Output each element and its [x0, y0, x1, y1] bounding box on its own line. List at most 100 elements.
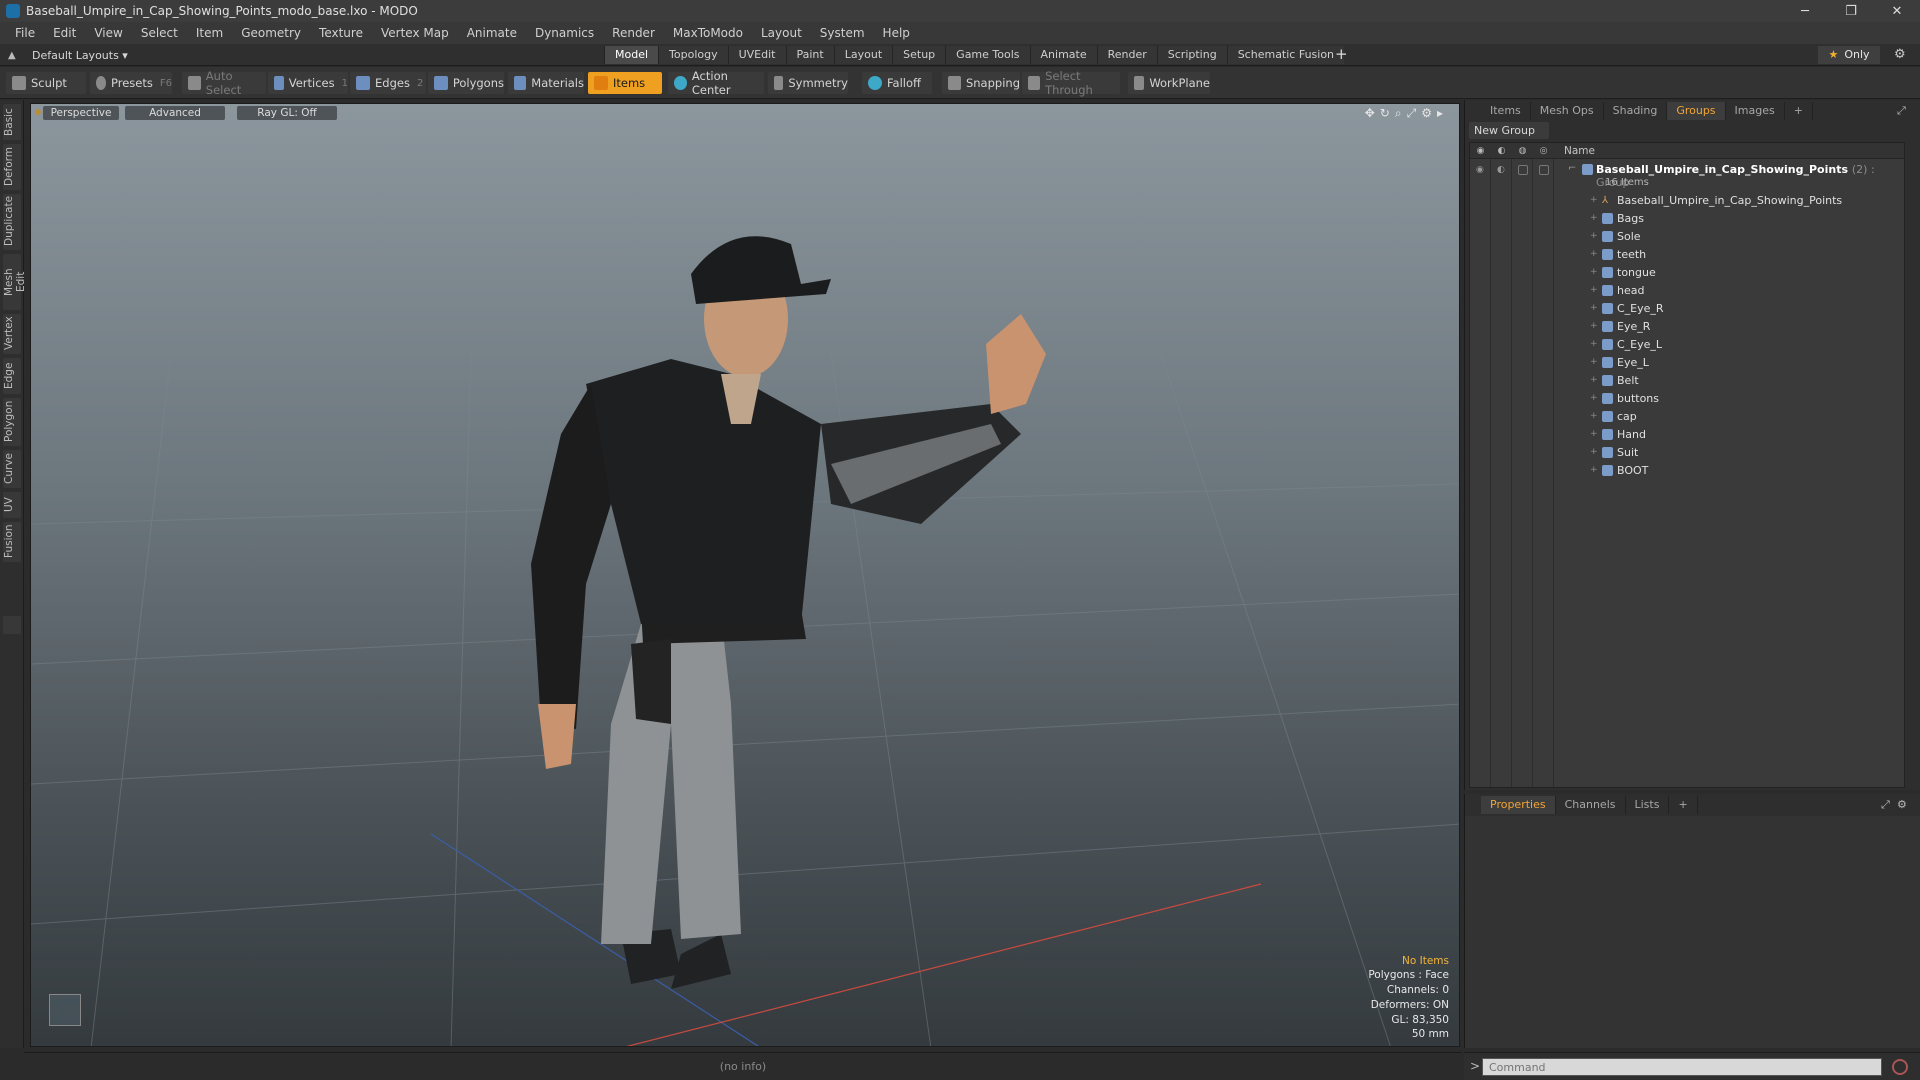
menu-system[interactable]: System [811, 22, 874, 44]
minimize-button[interactable]: ─ [1782, 0, 1828, 22]
select-through-button[interactable]: Select Through [1022, 69, 1120, 97]
group-item-row[interactable]: + head [1590, 281, 1644, 299]
auto-select-button[interactable]: Auto Select [182, 69, 266, 97]
menu-select[interactable]: Select [132, 22, 187, 44]
tab-groups[interactable]: Groups [1667, 102, 1726, 120]
tab-lists[interactable]: Lists [1626, 796, 1670, 814]
tab-setup[interactable]: Setup [892, 46, 946, 64]
expand-icon[interactable]: + [1590, 231, 1602, 241]
command-input[interactable] [1482, 1058, 1882, 1076]
tab-render[interactable]: Render [1096, 46, 1157, 64]
group-item-row[interactable]: + teeth [1590, 245, 1646, 263]
3d-viewport[interactable]: Perspective Advanced Ray GL: Off ✥ ↻ ⌕ ⤢… [30, 103, 1460, 1047]
group-item-row[interactable]: + tongue [1590, 263, 1656, 281]
tab-edge[interactable]: Edge [3, 358, 21, 394]
group-item-row[interactable]: + cap [1590, 407, 1637, 425]
group-item-row[interactable]: + Sole [1590, 227, 1641, 245]
tab-images[interactable]: Images [1726, 102, 1785, 120]
menu-file[interactable]: File [6, 22, 44, 44]
maximize-props-icon[interactable]: ⤢ [1881, 798, 1890, 812]
props-gear-icon[interactable]: ⚙ [1897, 798, 1907, 811]
menu-edit[interactable]: Edit [44, 22, 85, 44]
group-item-row[interactable]: + Suit [1590, 443, 1638, 461]
menu-geometry[interactable]: Geometry [232, 22, 310, 44]
restore-button[interactable]: ❐ [1828, 0, 1874, 22]
menu-texture[interactable]: Texture [310, 22, 372, 44]
expand-icon[interactable]: + [1590, 267, 1602, 277]
zoom-icon[interactable]: ⌕ [1395, 106, 1402, 121]
shading-mode-dropdown[interactable]: Advanced [125, 106, 225, 120]
action-center-button[interactable]: Action Center [668, 69, 764, 97]
expand-icon[interactable]: + [1590, 339, 1602, 349]
viewport-gear-icon[interactable]: ⚙ [1421, 106, 1432, 121]
menu-animate[interactable]: Animate [458, 22, 526, 44]
tab-uv[interactable]: UV [3, 492, 21, 518]
snapping-button[interactable]: Snapping [942, 72, 1020, 94]
gear-icon[interactable]: ⚙ [1894, 46, 1906, 64]
menu-view[interactable]: View [85, 22, 131, 44]
group-render-icon[interactable]: ◐ [1497, 165, 1507, 175]
expand-icon[interactable]: + [1590, 249, 1602, 259]
tab-layout[interactable]: Layout [833, 46, 893, 64]
viewport-menu-icon[interactable]: ▸ [1437, 106, 1443, 121]
select-icon[interactable]: ◎ [1540, 146, 1548, 156]
tab-extra[interactable] [3, 616, 21, 634]
symmetry-button[interactable]: Symmetry [768, 72, 848, 94]
group-item-row[interactable]: + Hand [1590, 425, 1646, 443]
menu-maxtomodo[interactable]: MaxToModo [664, 22, 752, 44]
expand-icon[interactable]: + [1590, 375, 1602, 385]
group-item-row[interactable]: + Bags [1590, 209, 1644, 227]
expand-icon[interactable]: + [1590, 465, 1602, 475]
falloff-button[interactable]: Falloff [862, 72, 932, 94]
sculpt-button[interactable]: Sculpt [6, 72, 86, 94]
expand-icon[interactable]: + [1590, 357, 1602, 367]
presets-button[interactable]: Presets F6 [90, 72, 172, 94]
tab-model[interactable]: Model [604, 46, 659, 64]
pan-icon[interactable]: ✥ [1365, 106, 1375, 121]
menu-vertex-map[interactable]: Vertex Map [372, 22, 458, 44]
menu-item[interactable]: Item [187, 22, 232, 44]
expand-icon[interactable]: + [1590, 411, 1602, 421]
tab-animate[interactable]: Animate [1029, 46, 1097, 64]
vertices-button[interactable]: Vertices 1 [268, 72, 348, 94]
group-item-row[interactable]: + Eye_R [1590, 317, 1650, 335]
tab-curve[interactable]: Curve [3, 450, 21, 488]
add-props-tab-button[interactable]: + [1669, 796, 1698, 814]
raygl-toggle[interactable]: Ray GL: Off [237, 106, 337, 120]
fit-icon[interactable]: ⤢ [1407, 106, 1417, 121]
expand-icon[interactable]: + [1590, 321, 1602, 331]
record-icon[interactable] [1892, 1059, 1908, 1075]
tab-items[interactable]: Items [1481, 102, 1531, 120]
tab-duplicate[interactable]: Duplicate [3, 194, 21, 250]
expand-icon[interactable]: + [1590, 195, 1602, 205]
expand-icon[interactable]: + [1590, 285, 1602, 295]
view-mode-dropdown[interactable]: Perspective [43, 106, 119, 120]
materials-button[interactable]: Materials [508, 72, 584, 94]
rotate-icon[interactable]: ↻ [1380, 106, 1390, 121]
menu-render[interactable]: Render [603, 22, 664, 44]
tab-uvedit[interactable]: UVEdit [727, 46, 786, 64]
tab-vertex[interactable]: Vertex [3, 314, 21, 354]
menu-dynamics[interactable]: Dynamics [526, 22, 603, 44]
expand-icon[interactable]: + [1590, 393, 1602, 403]
maximize-panel-icon[interactable]: ⤢ [1897, 104, 1906, 118]
group-eye-icon[interactable]: ◉ [1476, 165, 1486, 175]
workplane-button[interactable]: WorkPlane [1128, 72, 1210, 94]
render-icon[interactable]: ◐ [1498, 146, 1506, 156]
axis-orientation-widget[interactable] [49, 994, 81, 1026]
items-button[interactable]: Items [588, 72, 662, 94]
tab-deform[interactable]: Deform [3, 144, 21, 190]
add-panel-tab-button[interactable]: + [1785, 102, 1813, 120]
tab-channels[interactable]: Channels [1556, 796, 1626, 814]
group-item-row[interactable]: + Eye_L [1590, 353, 1649, 371]
group-item-row[interactable]: + Belt [1590, 371, 1639, 389]
tab-game-tools[interactable]: Game Tools [945, 46, 1030, 64]
tab-shading[interactable]: Shading [1604, 102, 1668, 120]
tab-polygon[interactable]: Polygon [3, 398, 21, 446]
tab-topology[interactable]: Topology [658, 46, 728, 64]
expand-icon[interactable]: + [1590, 213, 1602, 223]
group-lock-toggle[interactable] [1518, 165, 1528, 175]
tab-mesh-ops[interactable]: Mesh Ops [1531, 102, 1604, 120]
tab-mesh-edit[interactable]: Mesh Edit [3, 254, 27, 310]
polygons-button[interactable]: Polygons [428, 72, 504, 94]
